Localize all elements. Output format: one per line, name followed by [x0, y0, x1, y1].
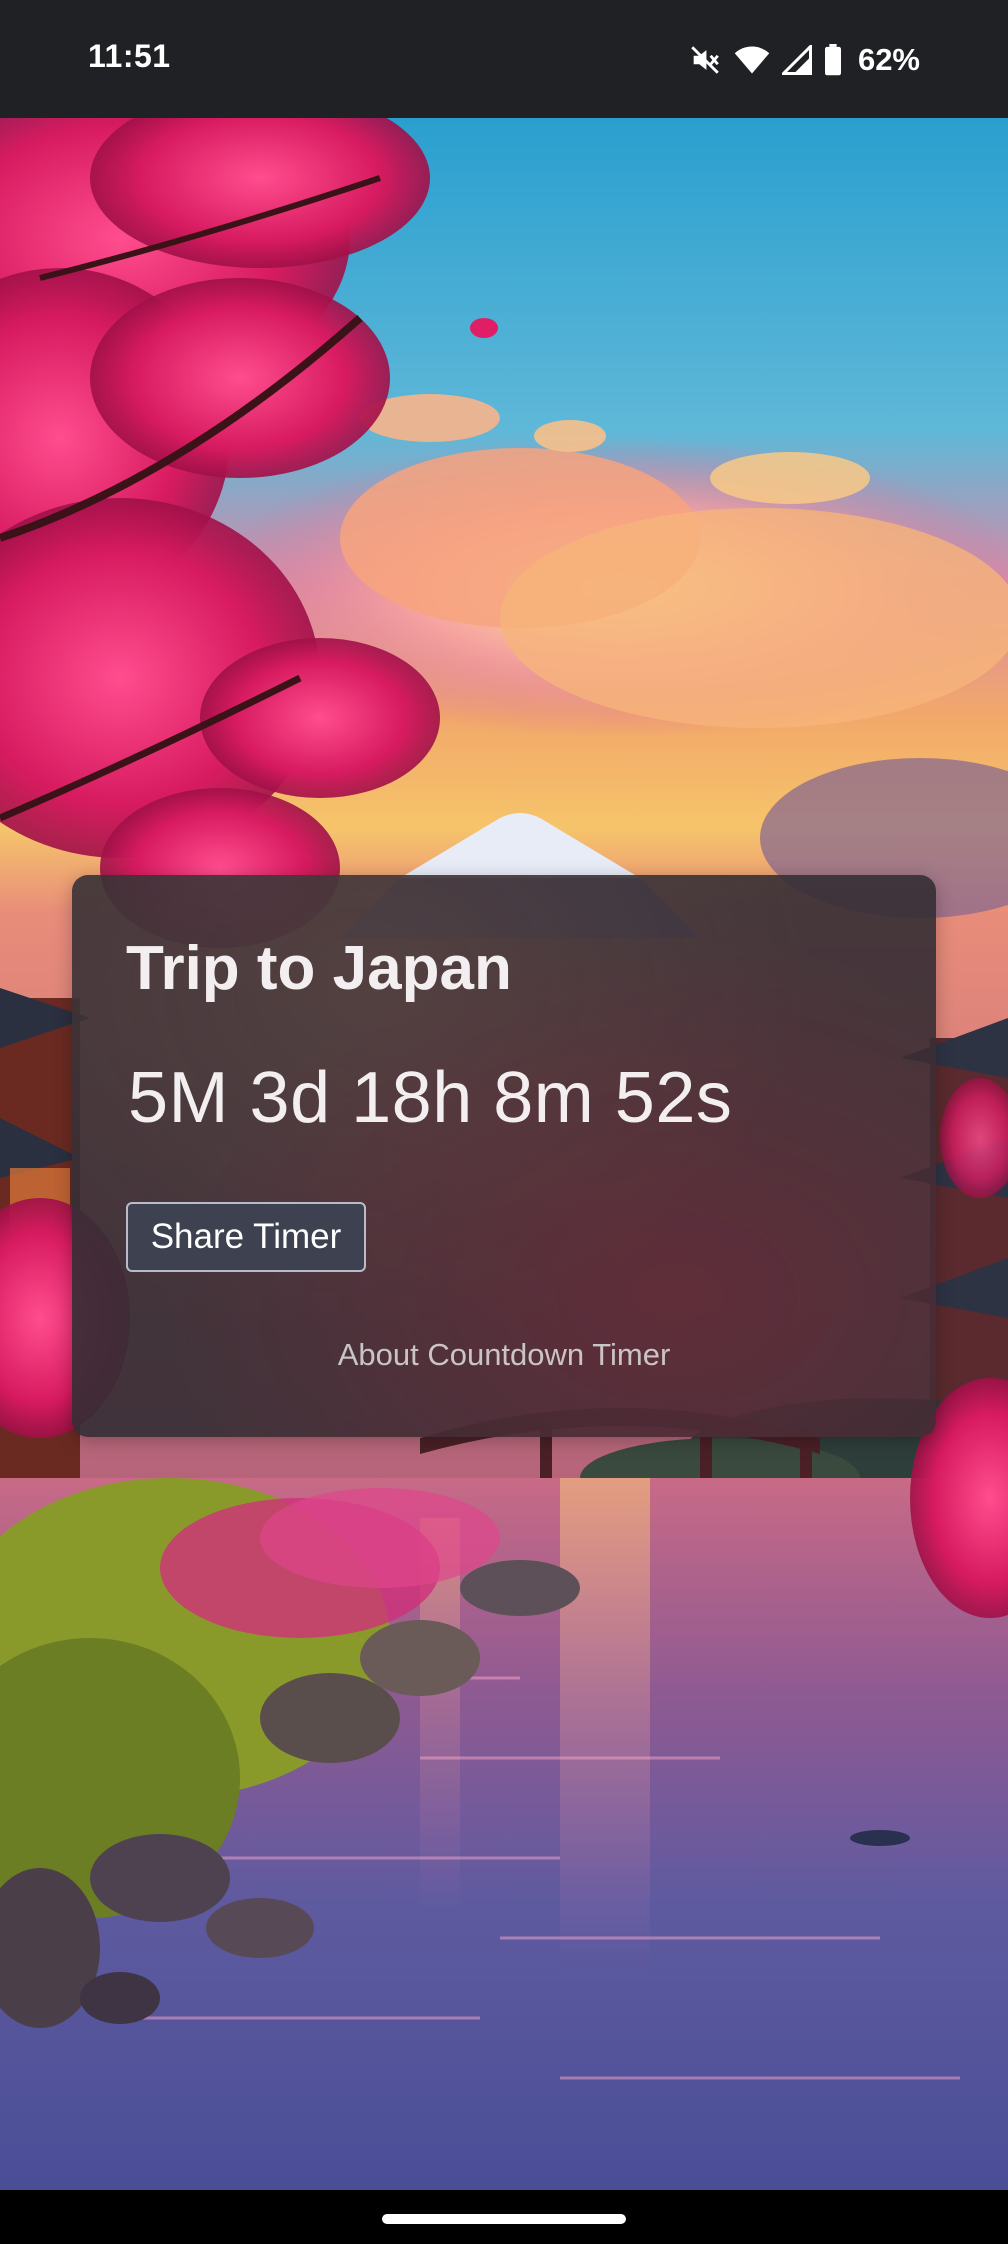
status-icons: 62% [688, 40, 920, 80]
navigation-bar [0, 2190, 1008, 2244]
countdown-display: 5M 3d 18h 8m 52s [128, 1058, 733, 1138]
wifi-icon [734, 44, 770, 76]
status-bar: 11:51 62% [0, 0, 1008, 118]
battery-icon [824, 44, 842, 76]
mute-icon [688, 43, 722, 77]
about-countdown-timer-link[interactable]: About Countdown Timer [72, 1337, 936, 1373]
app-screen: 11:51 62% Trip to Japan 5M 3d 18h 8m 52s… [0, 0, 1008, 2244]
cell-signal-icon [781, 45, 812, 75]
status-time: 11:51 [88, 38, 171, 74]
battery-percentage: 62% [857, 42, 920, 77]
timer-title: Trip to Japan [126, 934, 512, 1003]
share-timer-button[interactable]: Share Timer [126, 1202, 366, 1272]
countdown-card: Trip to Japan 5M 3d 18h 8m 52s Share Tim… [72, 875, 936, 1437]
home-indicator[interactable] [382, 2214, 626, 2224]
